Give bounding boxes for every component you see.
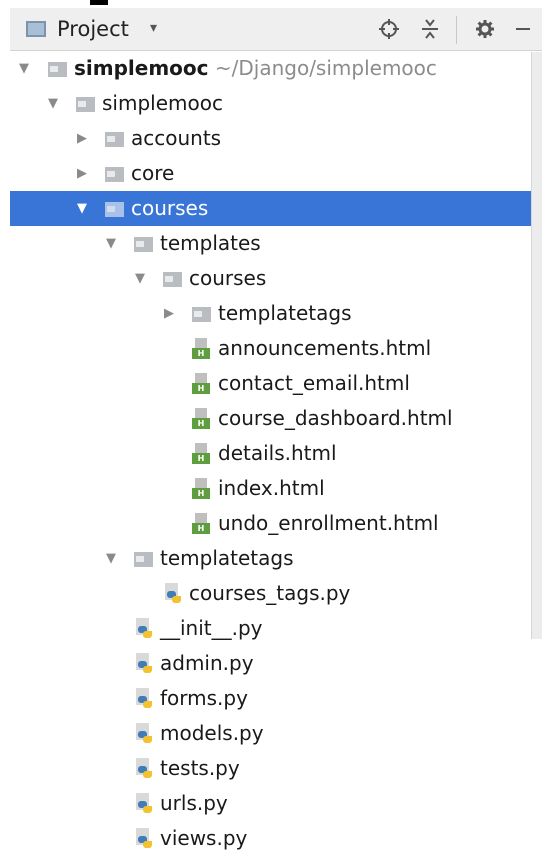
tree-row-file[interactable]: views.py (10, 821, 532, 856)
tree-row-file[interactable]: H index.html (10, 471, 532, 506)
tree-row-file[interactable]: models.py (10, 716, 532, 751)
tree-item-label: models.py (160, 721, 264, 745)
html-file-icon: H (192, 513, 210, 535)
tree-row-folder[interactable]: ▼ templatetags (10, 541, 532, 576)
tree-row-folder[interactable]: ▶ core (10, 156, 532, 191)
folder-icon (105, 167, 124, 182)
tree-row-file[interactable]: urls.py (10, 786, 532, 821)
tree-row-file[interactable]: H details.html (10, 436, 532, 471)
python-file-icon (134, 723, 152, 745)
header-separator (456, 16, 457, 44)
project-panel-header: Project ▾ (10, 8, 542, 51)
tree-item-label: courses_tags.py (189, 581, 351, 605)
top-edge (0, 0, 542, 8)
tree-row-folder[interactable]: ▶ templatetags (10, 296, 532, 331)
cropped-text-fragment (90, 0, 108, 5)
tree-row-file[interactable]: courses_tags.py (10, 576, 532, 611)
tree-item-label: courses (189, 266, 267, 290)
folder-icon (134, 237, 153, 252)
tree-row-file[interactable]: forms.py (10, 681, 532, 716)
minus-icon[interactable] (508, 15, 538, 43)
tree-item-label: __init__.py (160, 616, 263, 640)
folder-icon (192, 307, 211, 322)
tree-item-label: tests.py (160, 756, 240, 780)
collapse-all-icon[interactable] (415, 15, 445, 43)
tree-row-folder-selected[interactable]: ▼ courses (10, 191, 532, 226)
tree-item-label: courses (131, 196, 209, 220)
tree-item-label: announcements.html (218, 336, 432, 360)
collapsed-arrow-icon[interactable]: ▶ (161, 296, 177, 331)
tree-item-label: core (131, 161, 175, 185)
tree-row-file[interactable]: H undo_enrollment.html (10, 506, 532, 541)
expanded-arrow-icon[interactable]: ▼ (74, 191, 90, 226)
vertical-scrollbar[interactable] (531, 52, 542, 639)
root-folder-path: ~/Django/simplemooc (214, 56, 437, 80)
tree-row-file[interactable]: H contact_email.html (10, 366, 532, 401)
tree-row-file[interactable]: tests.py (10, 751, 532, 786)
collapsed-arrow-icon[interactable]: ▶ (74, 156, 90, 191)
tree-row-folder[interactable]: ▼ templates (10, 226, 532, 261)
folder-icon (163, 272, 182, 287)
python-file-icon (134, 828, 152, 850)
expanded-arrow-icon[interactable]: ▼ (103, 226, 119, 261)
tree-item-label: templatetags (160, 546, 294, 570)
folder-icon (76, 97, 95, 112)
html-file-icon: H (192, 373, 210, 395)
html-file-icon: H (192, 408, 210, 430)
tree-item-label: templatetags (218, 301, 352, 325)
tree-row-file[interactable]: __init__.py (10, 611, 532, 646)
python-file-icon (134, 793, 152, 815)
tree-item-label: details.html (218, 441, 337, 465)
tree-item-label: simplemooc (102, 91, 223, 115)
tree-item-label: urls.py (160, 791, 228, 815)
tree-row-folder[interactable]: ▼ simplemooc (10, 86, 532, 121)
tree-item-label: accounts (131, 126, 222, 150)
project-view-icon (26, 21, 46, 37)
python-file-icon (134, 618, 152, 640)
tree-item-label: views.py (160, 826, 248, 850)
tree-item-label: templates (160, 231, 261, 255)
python-file-icon (134, 758, 152, 780)
project-tool-window: Project ▾ ▼ simplemooc ~/Django/simplemo… (0, 0, 542, 862)
crosshair-icon[interactable] (374, 15, 404, 43)
expanded-arrow-icon[interactable]: ▼ (103, 541, 119, 576)
html-file-icon: H (192, 338, 210, 360)
project-tree[interactable]: ▼ simplemooc ~/Django/simplemooc ▼ simpl… (10, 51, 542, 862)
expanded-arrow-icon[interactable]: ▼ (132, 261, 148, 296)
gear-icon[interactable] (470, 15, 500, 43)
root-folder-name: simplemooc (74, 56, 209, 80)
python-file-icon (134, 653, 152, 675)
tree-item-label: index.html (218, 476, 325, 500)
panel-title[interactable]: Project (57, 17, 129, 41)
tree-item-label: contact_email.html (218, 371, 410, 395)
folder-icon (105, 132, 124, 147)
python-file-icon (134, 688, 152, 710)
html-file-icon: H (192, 443, 210, 465)
tree-row-folder[interactable]: ▶ accounts (10, 121, 532, 156)
tree-row-file[interactable]: H course_dashboard.html (10, 401, 532, 436)
folder-icon (48, 62, 67, 77)
folder-icon (134, 552, 153, 567)
tree-item-label: forms.py (160, 686, 248, 710)
tree-row-file[interactable]: H announcements.html (10, 331, 532, 366)
python-file-icon (163, 583, 181, 605)
tree-row-root[interactable]: ▼ simplemooc ~/Django/simplemooc (10, 51, 532, 86)
tree-item-label: admin.py (160, 651, 254, 675)
expanded-arrow-icon[interactable]: ▼ (16, 51, 32, 86)
tree-row-folder[interactable]: ▼ courses (10, 261, 532, 296)
tree-item-label: course_dashboard.html (218, 406, 453, 430)
folder-icon (105, 202, 124, 217)
collapsed-arrow-icon[interactable]: ▶ (74, 121, 90, 156)
tree-row-file[interactable]: admin.py (10, 646, 532, 681)
tree-item-label: undo_enrollment.html (218, 511, 439, 535)
view-selector-dropdown-icon[interactable]: ▾ (150, 20, 157, 36)
expanded-arrow-icon[interactable]: ▼ (45, 86, 61, 121)
root-label: simplemooc ~/Django/simplemooc (74, 51, 437, 86)
html-file-icon: H (192, 478, 210, 500)
